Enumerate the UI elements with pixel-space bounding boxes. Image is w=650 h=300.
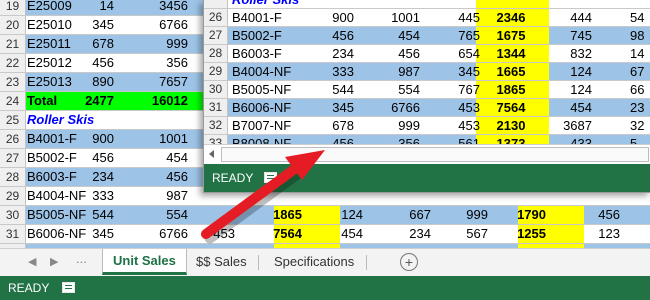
red-arrow-annotation [201, 150, 325, 244]
